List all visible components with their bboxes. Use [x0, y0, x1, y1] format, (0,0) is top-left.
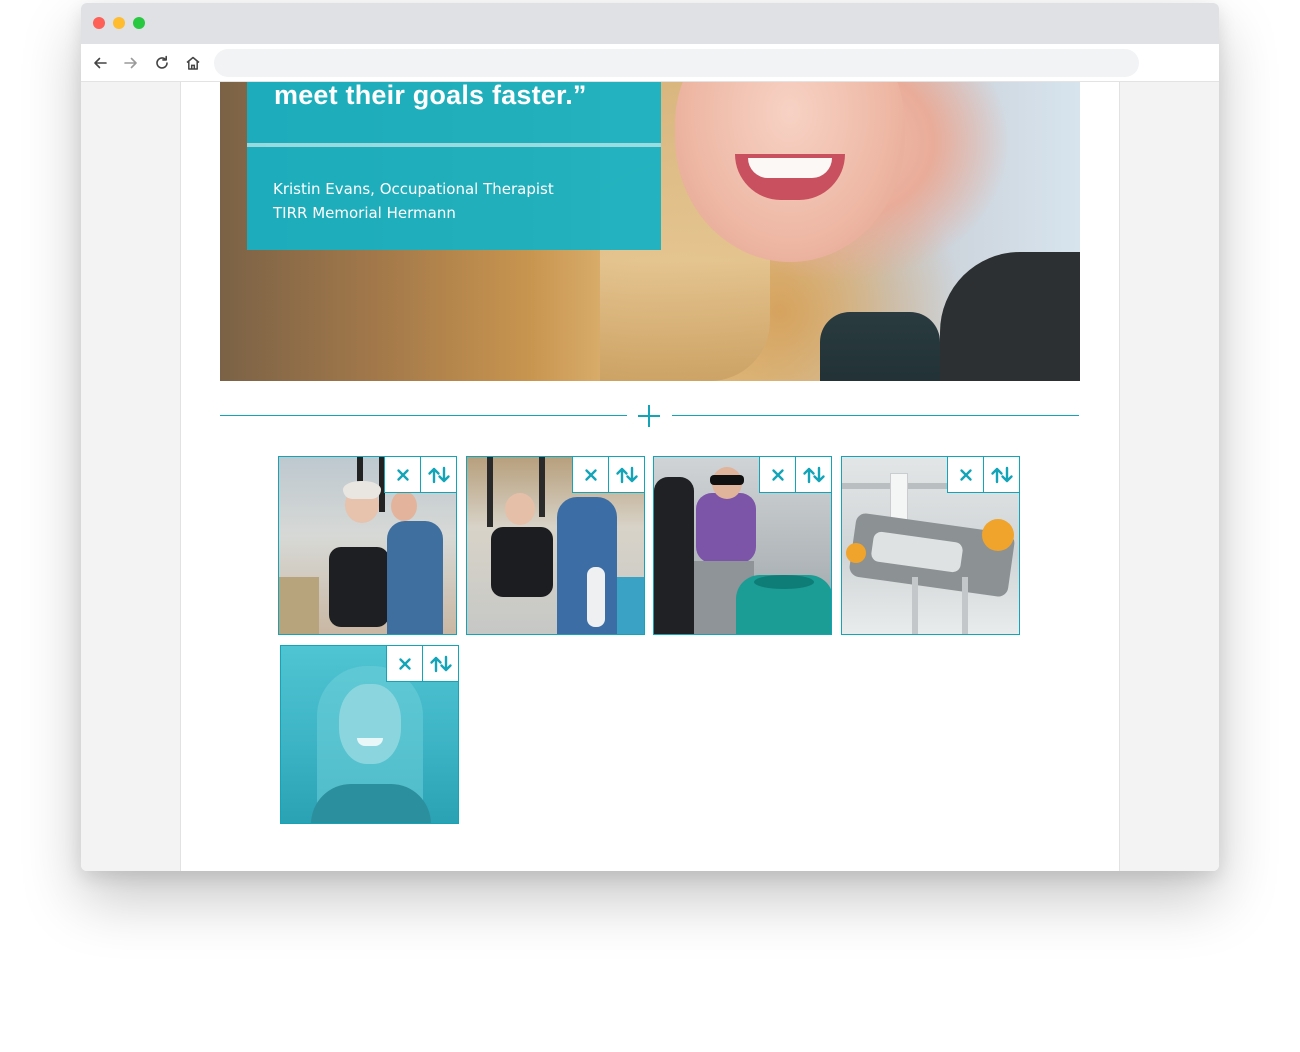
thumbnail-controls	[386, 646, 458, 682]
remove-image-button[interactable]	[947, 457, 983, 493]
quote-card: meet their goals faster.” Kristin Evans,…	[247, 82, 661, 250]
quote-divider	[247, 143, 661, 147]
reorder-icon	[802, 466, 825, 483]
address-bar[interactable]	[214, 49, 1139, 77]
add-block-button[interactable]	[636, 403, 662, 429]
close-icon	[396, 468, 409, 481]
arrow-right-icon	[124, 57, 137, 69]
close-window-button[interactable]	[93, 17, 105, 29]
page-viewport: meet their goals faster.” Kristin Evans,…	[81, 82, 1219, 871]
attribution-organization: TIRR Memorial Hermann	[273, 204, 456, 222]
close-icon	[959, 468, 972, 481]
attribution-name: Kristin Evans, Occupational Therapist	[273, 180, 554, 198]
editor-page: meet their goals faster.” Kristin Evans,…	[180, 82, 1120, 871]
close-icon	[398, 657, 411, 670]
gallery-thumbnail[interactable]	[653, 456, 832, 635]
hero-banner-image: meet their goals faster.” Kristin Evans,…	[220, 82, 1080, 381]
reorder-image-button[interactable]	[983, 457, 1019, 493]
reorder-icon	[615, 466, 638, 483]
browser-toolbar	[81, 44, 1219, 82]
thumbnail-controls	[947, 457, 1019, 493]
thumbnail-controls	[572, 457, 644, 493]
maximize-window-button[interactable]	[133, 17, 145, 29]
minimize-window-button[interactable]	[113, 17, 125, 29]
gallery-thumbnail[interactable]	[278, 456, 457, 635]
reorder-icon	[429, 655, 452, 672]
quote-attribution: Kristin Evans, Occupational Therapist TI…	[273, 177, 554, 225]
reorder-image-button[interactable]	[422, 646, 458, 682]
reload-button[interactable]	[153, 54, 171, 72]
reorder-image-button[interactable]	[795, 457, 831, 493]
remove-image-button[interactable]	[572, 457, 608, 493]
section-divider-left	[220, 415, 627, 416]
reload-icon	[156, 55, 168, 69]
remove-image-button[interactable]	[759, 457, 795, 493]
quote-text: meet their goals faster.”	[274, 82, 587, 110]
thumbnail-controls	[759, 457, 831, 493]
gallery-thumbnail[interactable]	[466, 456, 645, 635]
remove-image-button[interactable]	[384, 457, 420, 493]
back-button[interactable]	[91, 54, 109, 72]
reorder-image-button[interactable]	[608, 457, 644, 493]
reorder-icon	[990, 466, 1013, 483]
forward-button[interactable]	[122, 54, 140, 72]
title-bar	[81, 3, 1219, 44]
section-divider-right	[672, 415, 1079, 416]
gallery-thumbnail[interactable]	[841, 456, 1020, 635]
remove-image-button[interactable]	[386, 646, 422, 682]
arrow-left-icon	[94, 57, 107, 69]
home-icon	[186, 56, 200, 70]
close-icon	[771, 468, 784, 481]
thumbnail-controls	[384, 457, 456, 493]
browser-window: meet their goals faster.” Kristin Evans,…	[81, 3, 1219, 871]
close-icon	[584, 468, 597, 481]
gallery-thumbnail[interactable]	[280, 645, 459, 824]
reorder-icon	[427, 466, 450, 483]
home-button[interactable]	[184, 54, 202, 72]
reorder-image-button[interactable]	[420, 457, 456, 493]
